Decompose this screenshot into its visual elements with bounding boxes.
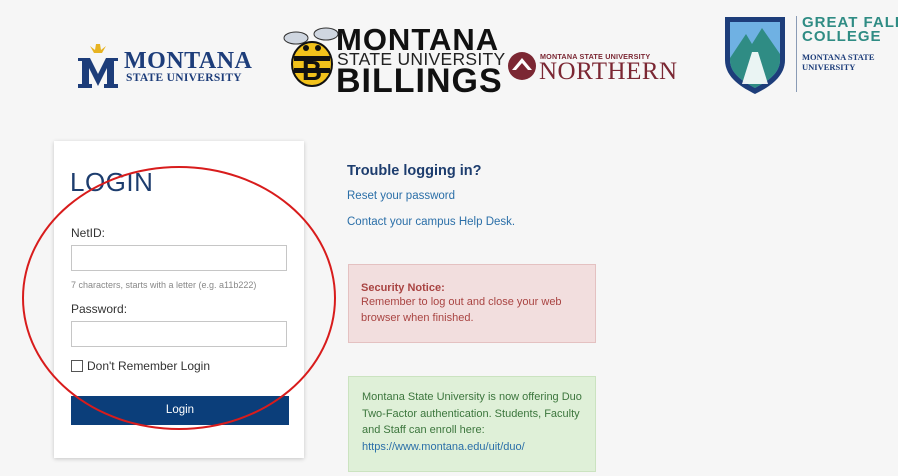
northern-seal-icon — [508, 52, 536, 80]
trouble-logging-in-heading: Trouble logging in? — [347, 163, 482, 179]
duo-notice-body: Montana State University is now offering… — [362, 391, 582, 436]
northern-logo-line2: NORTHERN — [539, 58, 678, 85]
svg-text:B: B — [302, 55, 322, 86]
msu-m-logo-icon — [78, 44, 118, 88]
msu-logo[interactable]: MONTANA STATE UNIVERSITY — [74, 42, 252, 92]
security-notice-body: Remember to log out and close your web b… — [361, 296, 562, 324]
login-title: LOGIN — [70, 167, 154, 197]
great-falls-college-logo[interactable]: GREAT FALLS COLLEGE MONTANA STATE UNIVER… — [722, 14, 898, 104]
dont-remember-login-label: Don't Remember Login — [87, 359, 211, 373]
security-notice-heading: Security Notice: — [361, 282, 445, 294]
gfc-shield-icon — [725, 17, 785, 94]
campus-logos: MONTANA STATE UNIVERSITY B MONTANA STATE… — [0, 0, 898, 120]
gfc-logo-subtitle: MONTANA STATE UNIVERSITY — [802, 52, 875, 72]
duo-notice-alert: Montana State University is now offering… — [348, 376, 596, 472]
gfc-logo-line3: MONTANA STATE — [802, 52, 875, 62]
msu-logo-line2: STATE UNIVERSITY — [126, 72, 242, 84]
checkbox-box[interactable] — [71, 360, 83, 372]
gfc-logo-title: GREAT FALLS COLLEGE — [802, 15, 898, 45]
reset-password-link[interactable]: Reset your password — [347, 190, 455, 202]
msu-billings-logo[interactable]: B MONTANA STATE UNIVERSITY BILLINGS — [282, 20, 505, 100]
netid-hint: 7 characters, starts with a letter (e.g.… — [71, 280, 257, 290]
gfc-logo-divider — [796, 16, 797, 92]
password-input[interactable] — [71, 321, 287, 347]
login-button[interactable]: Login — [71, 396, 289, 425]
dont-remember-login-checkbox[interactable]: Don't Remember Login — [71, 359, 210, 373]
msu-northern-logo[interactable]: MONTANA STATE UNIVERSITY NORTHERN — [506, 50, 682, 86]
msu-logo-line1: MONTANA — [124, 48, 253, 74]
netid-input[interactable] — [71, 245, 287, 271]
gfc-logo-line4: UNIVERSITY — [802, 62, 856, 72]
billings-logo-line3: BILLINGS — [336, 62, 503, 100]
netid-label: NetID: — [71, 226, 106, 240]
contact-help-desk-link[interactable]: Contact your campus Help Desk. — [347, 216, 515, 228]
duo-enroll-link[interactable]: https://www.montana.edu/uit/duo/ — [362, 441, 525, 453]
login-card: LOGIN NetID: 7 characters, starts with a… — [54, 141, 304, 458]
security-notice-alert: Security Notice: Remember to log out and… — [348, 264, 596, 343]
password-label: Password: — [71, 302, 128, 316]
yellowjacket-icon: B — [283, 27, 339, 87]
gfc-logo-line2: COLLEGE — [802, 28, 882, 45]
